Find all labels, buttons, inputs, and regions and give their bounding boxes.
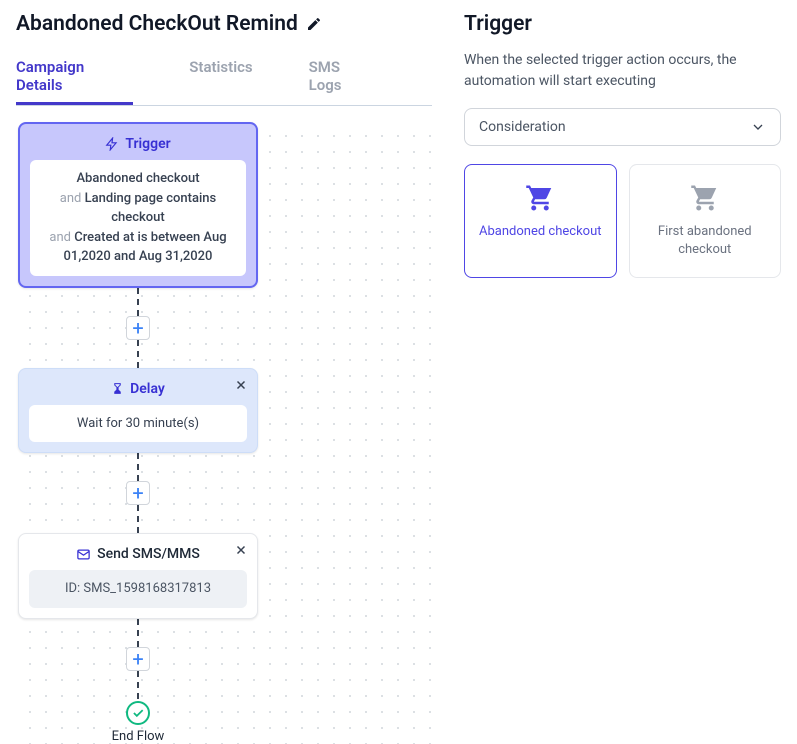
delay-node-body: Wait for 30 minute(s) [29, 405, 247, 443]
trigger-node[interactable]: Trigger Abandoned checkout and Landing p… [18, 122, 258, 288]
delay-node[interactable]: Delay Wait for 30 minute(s) [18, 368, 258, 454]
tab-campaign-details[interactable]: Campaign Details [16, 50, 133, 105]
sidebar-title: Trigger [464, 12, 781, 36]
delay-node-header: Delay [29, 381, 247, 397]
chevron-down-icon [750, 119, 766, 135]
connector [137, 505, 139, 533]
trigger-options: Abandoned checkout First abandoned check… [464, 164, 781, 278]
tab-sms-logs[interactable]: SMS Logs [309, 50, 376, 105]
cart-icon [690, 183, 720, 213]
cart-icon [525, 183, 555, 213]
trigger-node-title: Trigger [125, 136, 170, 152]
end-flow-label: End Flow [112, 729, 165, 744]
connector [137, 671, 139, 699]
trigger-node-header: Trigger [30, 136, 246, 152]
add-step-button[interactable]: + [126, 647, 150, 671]
sms-node-title: Send SMS/MMS [97, 546, 200, 562]
sidebar-description: When the selected trigger action occurs,… [464, 50, 781, 92]
page-title: Abandoned CheckOut Remind [16, 12, 432, 36]
left-panel: Abandoned CheckOut Remind Campaign Detai… [0, 0, 448, 708]
end-flow: End Flow [112, 701, 165, 744]
trigger-cond-1: Abandoned checkout [76, 171, 199, 186]
tab-statistics[interactable]: Statistics [189, 50, 252, 105]
select-value: Consideration [479, 119, 566, 135]
close-icon[interactable] [231, 375, 251, 395]
trigger-category-select[interactable]: Consideration [464, 108, 781, 146]
trigger-option-first-abandoned-checkout[interactable]: First abandoned checkout [629, 164, 782, 278]
lightning-icon [105, 137, 119, 151]
trigger-option-abandoned-checkout[interactable]: Abandoned checkout [464, 164, 617, 278]
add-step-button[interactable]: + [126, 481, 150, 505]
connector [137, 453, 139, 481]
check-circle-icon [126, 701, 150, 725]
trigger-option-label: Abandoned checkout [479, 223, 602, 241]
envelope-icon [76, 547, 91, 562]
trigger-cond-3: Created at is between Aug 01,2020 and Au… [64, 230, 227, 265]
delay-node-title: Delay [130, 381, 165, 397]
right-panel: Trigger When the selected trigger action… [448, 0, 797, 708]
tabs: Campaign Details Statistics SMS Logs [16, 50, 432, 106]
close-icon[interactable] [231, 540, 251, 560]
sms-node-header: Send SMS/MMS [29, 546, 247, 562]
page-title-text: Abandoned CheckOut Remind [16, 12, 298, 36]
pencil-icon[interactable] [306, 16, 322, 32]
trigger-and-2: and [49, 230, 74, 245]
trigger-and-1: and [60, 191, 85, 206]
sms-node[interactable]: Send SMS/MMS ID: SMS_1598168317813 [18, 533, 258, 619]
trigger-option-label: First abandoned checkout [640, 223, 771, 259]
connector [137, 288, 139, 316]
sms-node-body: ID: SMS_1598168317813 [29, 570, 247, 608]
trigger-node-body: Abandoned checkout and Landing page cont… [30, 160, 246, 276]
connector [137, 619, 139, 647]
add-step-button[interactable]: + [126, 316, 150, 340]
hourglass-icon [111, 382, 124, 395]
flow-canvas: Trigger Abandoned checkout and Landing p… [16, 122, 432, 744]
trigger-cond-2: Landing page contains checkout [85, 191, 217, 226]
connector [137, 340, 139, 368]
